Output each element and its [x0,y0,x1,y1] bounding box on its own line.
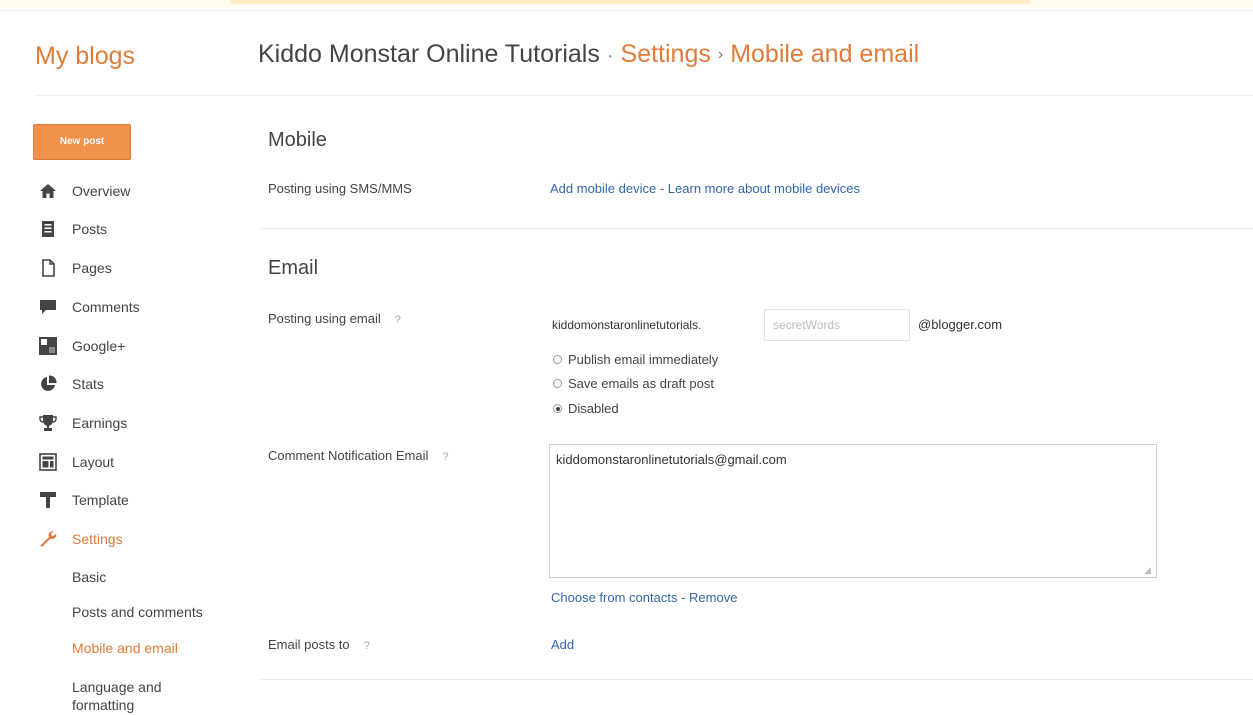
choose-from-contacts-link[interactable]: Choose from contacts [551,590,677,605]
email-posts-to-text: Email posts to [268,637,350,652]
sidebar-item-overview[interactable]: Overview [38,180,130,202]
sidebar-item-label: Posts [72,221,108,237]
email-address-suffix: @blogger.com [918,317,1003,332]
comment-notification-label: Comment Notification Email? [268,448,449,463]
pages-icon [38,258,58,278]
top-divider [0,10,1253,11]
posts-icon [38,219,58,239]
sidebar-item-google-plus[interactable]: Google+ [38,335,125,357]
trophy-icon [38,413,58,433]
sidebar-item-stats[interactable]: Stats [38,373,104,395]
radio-button[interactable] [553,355,562,364]
help-icon[interactable]: ? [364,640,370,652]
sidebar-subitem-mobile-and-email[interactable]: Mobile and email [72,639,178,657]
home-icon [38,181,58,201]
sidebar-item-label: Earnings [72,415,128,431]
remove-link[interactable]: Remove [689,590,737,605]
add-email-posts-link[interactable]: Add [551,637,574,652]
sidebar-item-earnings[interactable]: Earnings [38,412,127,434]
posting-using-email-label: Posting using email? [268,311,401,326]
sidebar-item-label: Stats [72,376,104,392]
help-icon[interactable]: ? [442,451,448,463]
sidebar-item-comments[interactable]: Comments [38,296,140,318]
mobile-section-title: Mobile [268,129,327,151]
breadcrumb: Kiddo Monstar Online Tutorials · Settings ›… [258,40,919,69]
learn-more-mobile-link[interactable]: Learn more about mobile devices [668,181,860,196]
add-mobile-device-link[interactable]: Add mobile device [550,181,656,196]
posting-using-email-text: Posting using email [268,311,381,326]
sidebar-item-label: Settings [72,531,123,547]
email-section-title: Email [268,257,319,279]
option-label: Disabled [568,401,619,416]
comment-notification-email-field[interactable]: kiddomonstaronlinetutorials@gmail.com [549,444,1157,578]
comments-icon [38,297,58,317]
sidebar-item-template[interactable]: Template [38,489,129,511]
sidebar-item-label: Comments [72,299,140,315]
sidebar-item-layout[interactable]: Layout [38,451,114,473]
section-divider [258,679,1253,680]
option-label: Save emails as draft post [568,376,714,391]
mobile-links: Add mobile device - Learn more about mob… [550,181,860,196]
radio-button[interactable] [553,404,562,413]
sidebar-item-label: Google+ [72,338,126,354]
help-icon[interactable]: ? [395,314,401,326]
save-as-draft-option[interactable]: Save emails as draft post [553,376,714,391]
sidebar-item-posts[interactable]: Posts [38,218,107,240]
sidebar-item-label: Template [72,492,129,508]
sidebar-subitem-language-and-formatting[interactable]: Language and formatting [72,678,202,714]
secret-words-input[interactable] [764,309,910,341]
google-plus-icon [38,336,58,356]
disabled-option[interactable]: Disabled [553,401,619,416]
sidebar-subitem-posts-and-comments[interactable]: Posts and comments [72,603,203,621]
sidebar-subitem-basic[interactable]: Basic [72,568,106,586]
sidebar-item-settings[interactable]: Settings [38,528,123,550]
stats-icon [38,374,58,394]
contacts-links: Choose from contacts - Remove [551,590,737,605]
link-separator: - [677,590,690,605]
top-highlight-bar [0,0,1253,8]
comment-notification-text: Comment Notification Email [268,448,429,463]
layout-icon [38,452,58,472]
sidebar-item-pages[interactable]: Pages [38,257,112,279]
breadcrumb-current-page: Mobile and email [730,40,920,68]
sidebar-item-label: Pages [72,260,112,276]
breadcrumb-settings-link[interactable]: Settings [621,40,711,68]
sidebar-item-label: Layout [72,454,115,470]
blog-title: Kiddo Monstar Online Tutorials [258,40,600,68]
new-post-button[interactable]: New post [33,124,131,160]
email-address-prefix: kiddomonstaronlinetutorials. [552,318,702,332]
sms-posting-label: Posting using SMS/MMS [268,181,412,196]
breadcrumb-separator: · [606,45,614,67]
radio-button[interactable] [553,379,562,388]
template-icon [38,490,58,510]
email-posts-to-label: Email posts to? [268,637,370,652]
publish-immediately-option[interactable]: Publish email immediately [553,352,718,367]
wrench-icon [38,529,58,549]
sidebar-item-label: Overview [72,183,131,199]
header-divider [35,95,1253,96]
resize-grip-icon[interactable]: ◢ [1144,565,1154,575]
section-divider [258,228,1253,229]
breadcrumb-arrow-icon: › [717,46,724,63]
option-label: Publish email immediately [568,352,719,367]
my-blogs-link[interactable]: My blogs [35,42,135,71]
link-separator: - [656,181,668,196]
